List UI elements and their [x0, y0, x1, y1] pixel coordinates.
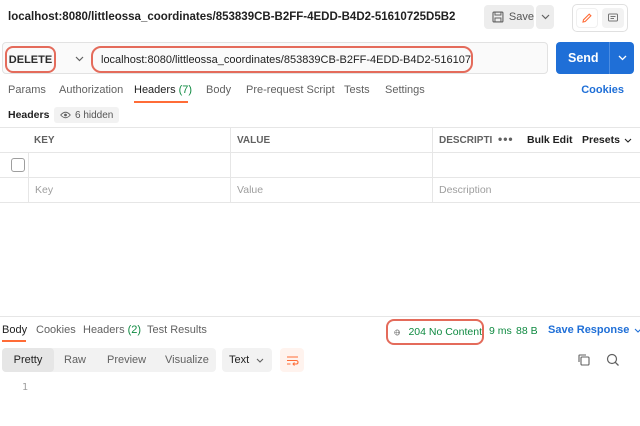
- tab-label: Test Results: [147, 324, 207, 336]
- response-view-bar: Pretty Raw Preview Visualize Text: [0, 348, 640, 372]
- column-description: DESCRIPTIO: [432, 128, 492, 152]
- response-status[interactable]: 204 No Content: [386, 319, 484, 345]
- chevron-down-icon: [75, 56, 83, 62]
- more-options-icon[interactable]: •••: [498, 132, 514, 146]
- chevron-down-icon: [256, 358, 264, 363]
- tab-label: Body: [2, 324, 28, 336]
- save-response-label: Save Response: [548, 324, 630, 336]
- response-tabs: Body Cookies Headers (2) Test Results 20…: [0, 318, 640, 346]
- save-options-button[interactable]: [536, 5, 554, 29]
- view-mode-group: Pretty Raw Preview Visualize: [2, 348, 216, 372]
- send-options-button[interactable]: [612, 51, 632, 65]
- floppy-disk-icon: [492, 11, 504, 23]
- view-raw-button[interactable]: Raw: [64, 348, 86, 372]
- wrap-lines-button[interactable]: [280, 348, 304, 372]
- column-key: KEY: [34, 134, 55, 146]
- value-cell[interactable]: [230, 153, 432, 177]
- copy-icon[interactable]: [576, 352, 592, 368]
- description-input[interactable]: Description: [432, 178, 640, 202]
- send-divider: [609, 42, 610, 74]
- response-divider[interactable]: [0, 316, 640, 317]
- presets-dropdown[interactable]: Presets: [582, 134, 632, 146]
- tab-count: (2): [127, 324, 142, 336]
- tab-authorization[interactable]: Authorization: [59, 84, 123, 96]
- cookies-link[interactable]: Cookies: [581, 84, 624, 96]
- method-select[interactable]: DELETE: [5, 46, 56, 73]
- tab-label: Tests: [344, 84, 370, 96]
- status-code: 204 No Content: [408, 326, 482, 338]
- view-preview-button[interactable]: Preview: [107, 348, 146, 372]
- active-response-tab-indicator: [2, 340, 26, 342]
- mode-toggle-group: [572, 4, 628, 32]
- chevron-down-icon: [541, 14, 549, 20]
- send-button[interactable]: Send: [556, 42, 634, 74]
- line-number: 1: [22, 382, 29, 393]
- tab-label: Cookies: [36, 324, 76, 336]
- tab-label: Params: [8, 84, 46, 96]
- key-input[interactable]: Key: [28, 178, 230, 202]
- table-header-row: KEY VALUE DESCRIPTIO ••• Bulk Edit Prese…: [0, 128, 640, 153]
- format-label: Text: [229, 354, 250, 366]
- tab-label: Settings: [385, 84, 425, 96]
- tab-pre-request-script[interactable]: Pre-request Script: [246, 84, 335, 96]
- request-title: localhost:8080/littleossa_coordinates/85…: [8, 11, 456, 23]
- comment-icon: [608, 13, 618, 22]
- presets-label: Presets: [582, 134, 620, 146]
- value-input[interactable]: Value: [230, 178, 432, 202]
- tab-label: Headers: [83, 324, 125, 336]
- method-dropdown-toggle[interactable]: [71, 52, 87, 66]
- globe-icon: [394, 329, 401, 335]
- comment-button[interactable]: [602, 8, 624, 28]
- tab-count: (7): [178, 84, 193, 96]
- save-response-button[interactable]: Save Response: [548, 324, 640, 336]
- tab-label: Headers: [134, 84, 176, 96]
- format-select[interactable]: Text: [222, 348, 272, 372]
- headers-table: KEY VALUE DESCRIPTIO ••• Bulk Edit Prese…: [0, 127, 640, 203]
- response-tab-test-results[interactable]: Test Results: [147, 324, 207, 336]
- headers-subbar: Headers 6 hidden: [0, 106, 640, 124]
- response-size[interactable]: 88 B: [516, 325, 538, 337]
- pencil-icon: [582, 13, 592, 23]
- tab-label: Body: [206, 84, 232, 96]
- table-row-new: Key Value Description: [0, 178, 640, 203]
- request-tabs: Params Authorization Headers (7) Body Pr…: [0, 82, 640, 104]
- chevron-down-icon: [634, 328, 640, 333]
- response-tab-cookies[interactable]: Cookies: [36, 324, 76, 336]
- response-time[interactable]: 9 ms: [489, 325, 512, 337]
- tab-params[interactable]: Params: [8, 84, 46, 96]
- active-tab-indicator: [134, 101, 188, 103]
- wrap-lines-icon: [286, 355, 299, 366]
- response-tab-body[interactable]: Body: [2, 324, 27, 336]
- tab-settings[interactable]: Settings: [385, 84, 425, 96]
- response-tab-headers[interactable]: Headers (2): [83, 324, 141, 336]
- title-bar: localhost:8080/littleossa_coordinates/85…: [0, 0, 640, 36]
- hidden-headers-toggle[interactable]: 6 hidden: [54, 107, 120, 123]
- table-row: [0, 153, 640, 178]
- hidden-count: 6 hidden: [75, 109, 114, 121]
- view-visualize-button[interactable]: Visualize: [165, 348, 209, 372]
- column-value: VALUE: [230, 128, 432, 152]
- url-input[interactable]: localhost:8080/littleossa_coordinates/85…: [91, 46, 473, 73]
- headers-label: Headers: [8, 109, 50, 121]
- bulk-edit-button[interactable]: Bulk Edit: [527, 134, 573, 146]
- row-checkbox[interactable]: [11, 158, 25, 172]
- request-bar: DELETE localhost:8080/littleossa_coordin…: [0, 40, 640, 76]
- tab-label: Pre-request Script: [246, 84, 335, 96]
- tab-label: Authorization: [59, 84, 124, 96]
- send-label: Send: [568, 51, 599, 65]
- request-input-group: DELETE localhost:8080/littleossa_coordin…: [2, 42, 548, 74]
- search-icon[interactable]: [605, 352, 621, 368]
- view-pretty-button[interactable]: Pretty: [2, 348, 54, 372]
- eye-icon: [60, 111, 71, 119]
- save-label: Save: [508, 11, 534, 23]
- key-cell[interactable]: [28, 153, 230, 177]
- tab-headers[interactable]: Headers (7): [134, 84, 192, 96]
- chevron-down-icon: [624, 138, 632, 143]
- description-cell[interactable]: [432, 153, 640, 177]
- tab-body[interactable]: Body: [206, 84, 231, 96]
- chevron-down-icon: [618, 55, 626, 61]
- edit-mode-button[interactable]: [576, 8, 598, 28]
- save-button[interactable]: Save: [484, 5, 534, 29]
- tab-tests[interactable]: Tests: [344, 84, 370, 96]
